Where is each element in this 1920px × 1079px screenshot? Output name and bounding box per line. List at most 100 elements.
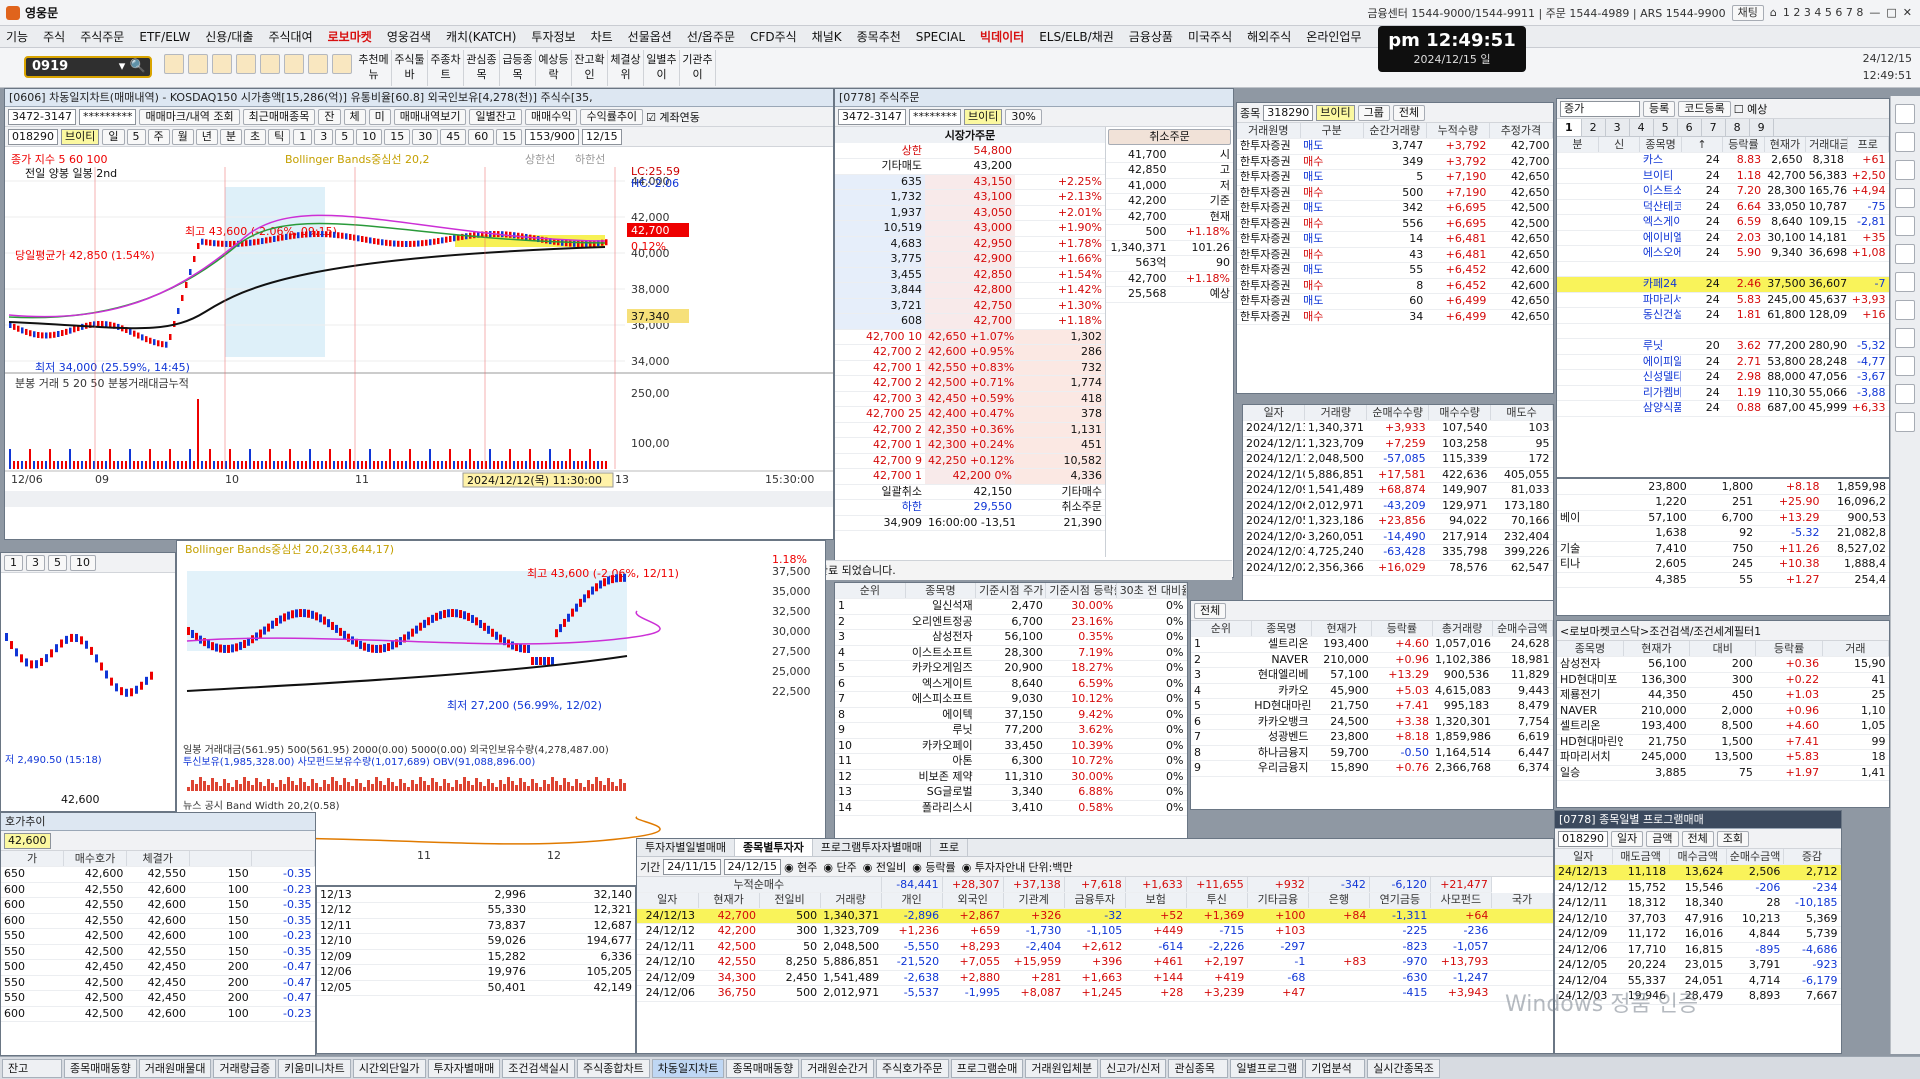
stock-name[interactable]: 브이티 [1316, 104, 1355, 121]
watch-row[interactable]: 엑스게이트246.598,640109,155-2,81 [1557, 214, 1889, 231]
watch-row[interactable]: 파마리서치245.83245,00045,637+3,93 [1557, 292, 1889, 308]
search-icon[interactable] [1895, 104, 1915, 124]
menu-item[interactable]: 주식주문 [80, 28, 124, 45]
ask-row[interactable]: 608 42,700 +1.18% [835, 313, 1105, 330]
mini-row[interactable]: 12/13 2,996 32,140 [317, 887, 635, 903]
bid-row[interactable]: 42,700 2 42,600 +0.95% 286 [835, 344, 1105, 361]
option-radio[interactable]: ◉ 투자자안내 [962, 859, 1026, 875]
calc-icon[interactable] [260, 54, 280, 74]
chart-button[interactable]: 일별잔고 [469, 108, 522, 125]
daily-row[interactable]: 2024/12/04 3,260,051 -14,490 217,914 232,404 [1243, 529, 1553, 545]
mini-chart[interactable]: 저 2,490.50 (15:18)42,600 [1, 573, 176, 809]
gear-icon[interactable] [332, 54, 352, 74]
column-header[interactable]: 연기금등 [1369, 892, 1431, 909]
menu-item[interactable]: 로보마켓 [328, 28, 372, 45]
rank-row[interactable]: 11 아톤 6,300 10.72% 0% [835, 753, 1187, 770]
condition-row[interactable]: HD현대미포 136,300 300 +0.22 41 [1557, 672, 1889, 688]
period-button[interactable]: 틱 [268, 128, 291, 145]
intraday-chart[interactable]: 종가 지수 5 60 100전일 양봉 일봉 2ndBollinger Band… [5, 147, 833, 523]
rising-row[interactable]: 베이 57,100 6,700 +13.29 900,53 [1557, 510, 1889, 526]
column-header[interactable]: 종목명 [905, 583, 977, 599]
rank-row[interactable]: 5 카카오게임즈 20,900 18.27% 0% [835, 660, 1187, 677]
all-select[interactable]: 전체 [1681, 830, 1714, 847]
column-header[interactable]: 순매수금액 [1726, 849, 1784, 865]
unit-select[interactable]: 금액 [1646, 830, 1679, 847]
quote-row[interactable]: 500 42,450 42,450 200 -0.47 [1, 959, 315, 976]
column-header[interactable]: 구분 [1300, 123, 1364, 139]
interval-button[interactable]: 30 [412, 128, 439, 145]
from-date[interactable]: 24/11/15 [663, 858, 721, 875]
volume-rank-row[interactable]: 6 카카오뱅크 24,500 +3.38 1,320,301 7,754 [1191, 714, 1553, 730]
chart-button[interactable]: 최근매매종목 [242, 108, 316, 125]
quote-row[interactable]: 550 42,500 42,450 200 -0.47 [1, 975, 315, 991]
column-header[interactable]: 등락률 [1371, 621, 1433, 637]
option-radio[interactable]: ◉ 단주 [823, 859, 856, 875]
interval-button[interactable]: 45 [440, 128, 467, 145]
column-header[interactable]: 매수호가 [63, 851, 127, 867]
volume-rank-row[interactable]: 1 셀트리온 193,400 +4.60 1,057,016 24,628 [1191, 636, 1553, 653]
taskbar-item[interactable]: 주식호가주문 [875, 1058, 949, 1078]
broker-row[interactable]: 한투자증권 매도 60 +6,499 42,650 [1237, 293, 1553, 310]
ask-row[interactable]: 10,519 43,000 +1.90% [835, 220, 1105, 237]
condition-row[interactable]: 셀트리온 193,400 8,500 +4.60 1,05 [1557, 718, 1889, 735]
menu-item[interactable]: 선물옵션 [628, 28, 672, 45]
watch-tab[interactable]: 5 [1654, 119, 1678, 136]
taskbar-item[interactable]: 기업분석 [1305, 1058, 1366, 1078]
column-header[interactable]: 현재가 [1764, 137, 1807, 153]
volume-rank-row[interactable]: 2 NAVER 210,000 +0.96 1,102,386 18,981 [1191, 652, 1553, 668]
bid-row[interactable]: 42,700 2 42,350 +0.36% 1,131 [835, 422, 1105, 438]
screen-code-input[interactable]: 0919 ▾ 🔍 [24, 56, 152, 78]
menu-item[interactable]: 온라인업무 [1306, 28, 1361, 45]
column-header[interactable]: 순위 [1191, 621, 1252, 637]
condition-row[interactable]: 파마리서치 245,000 13,500 +5.83 18 [1557, 749, 1889, 766]
watch-row[interactable]: 브이티 24 1.18 42,700 56,383 +2,50 [1557, 168, 1889, 184]
column-header[interactable]: 일자 [1243, 405, 1306, 421]
quote-row[interactable]: 600 42,500 42,600 100 -0.23 [1, 1006, 315, 1022]
menu-item[interactable]: 미국주식 [1188, 28, 1232, 45]
period-button[interactable]: 분 [219, 128, 242, 145]
column-header[interactable]: 거래원명 [1237, 123, 1301, 139]
broker-row[interactable]: 한투자증권 매도 55 +6,452 42,600 [1237, 262, 1553, 279]
chat-button[interactable]: 채팅 [1731, 4, 1764, 21]
home-icon[interactable]: ⌂ [1770, 6, 1777, 19]
period-1[interactable]: 1 [4, 554, 23, 571]
period-button[interactable]: 일 [102, 128, 125, 145]
column-header[interactable]: 거래량 [1304, 405, 1368, 421]
rank-row[interactable]: 4 이스트소프트 28,300 7.19% 0% [835, 645, 1187, 661]
column-header[interactable]: 현재가 [1311, 621, 1373, 637]
interval-button[interactable]: 1 [293, 128, 313, 145]
quote-row[interactable]: 550 42,500 42,550 150 -0.35 [1, 944, 315, 960]
rank-row[interactable]: 3 삼성전자 56,100 0.35% 0% [835, 629, 1187, 646]
column-header[interactable]: 매도수 [1490, 405, 1553, 421]
taskbar-item[interactable]: 잔고 [2, 1058, 62, 1078]
toolbar-button[interactable]: 예상등락 [536, 50, 572, 86]
daily-program-row[interactable]: 24/12/05 20,224 23,015 3,791 -923 [1555, 957, 1841, 974]
column-header[interactable]: 매도금액 [1612, 849, 1670, 865]
watch-row[interactable]: 이스트소프247.2028,300165,765+4,94 [1557, 183, 1889, 200]
stock-code-input[interactable]: 018290 [1558, 830, 1608, 847]
bid-row[interactable]: 42,700 2 42,500 +0.71% 1,774 [835, 375, 1105, 392]
investor-tab[interactable]: 프로그램투자자별매매 [813, 839, 931, 856]
camera-icon[interactable] [236, 54, 256, 74]
chart-button[interactable]: 매매내역보기 [393, 108, 467, 125]
watch-tab[interactable]: 9 [1750, 119, 1774, 136]
broker-row[interactable]: 한투자증권 매수 43 +6,481 42,650 [1237, 247, 1553, 263]
mini-row[interactable]: 12/09 15,282 6,336 [317, 949, 635, 965]
quote-row[interactable]: 550 42,500 42,450 200 -0.47 [1, 990, 315, 1007]
ask-row[interactable]: 3,844 42,800 +1.42% [835, 282, 1105, 299]
taskbar-item[interactable]: 신고가/신저 [1100, 1058, 1167, 1078]
memo-icon[interactable] [284, 54, 304, 74]
date-input[interactable]: 12/15 [581, 128, 622, 145]
broker-row[interactable]: 한투자증권 매수 349 +3,792 42,700 [1237, 154, 1553, 170]
column-header[interactable]: 대비 [1689, 641, 1757, 657]
watch-tab[interactable]: 3 [1606, 119, 1630, 136]
all-select[interactable]: 전체 [1392, 104, 1426, 121]
column-header[interactable]: 개인 [881, 892, 943, 909]
rank-row[interactable]: 9 루닛 77,200 3.62% 0% [835, 722, 1187, 739]
column-header[interactable]: 거래 [1822, 641, 1889, 657]
mini-row[interactable]: 12/10 59,026 194,677 [317, 933, 635, 950]
column-header[interactable]: 순간거래량 [1363, 123, 1427, 139]
stock-code-input[interactable]: 018290 [8, 128, 58, 145]
screen-pages[interactable]: 1 2 3 4 5 6 7 8 [1783, 6, 1863, 19]
date-mode-select[interactable]: 일자 [1611, 830, 1644, 847]
